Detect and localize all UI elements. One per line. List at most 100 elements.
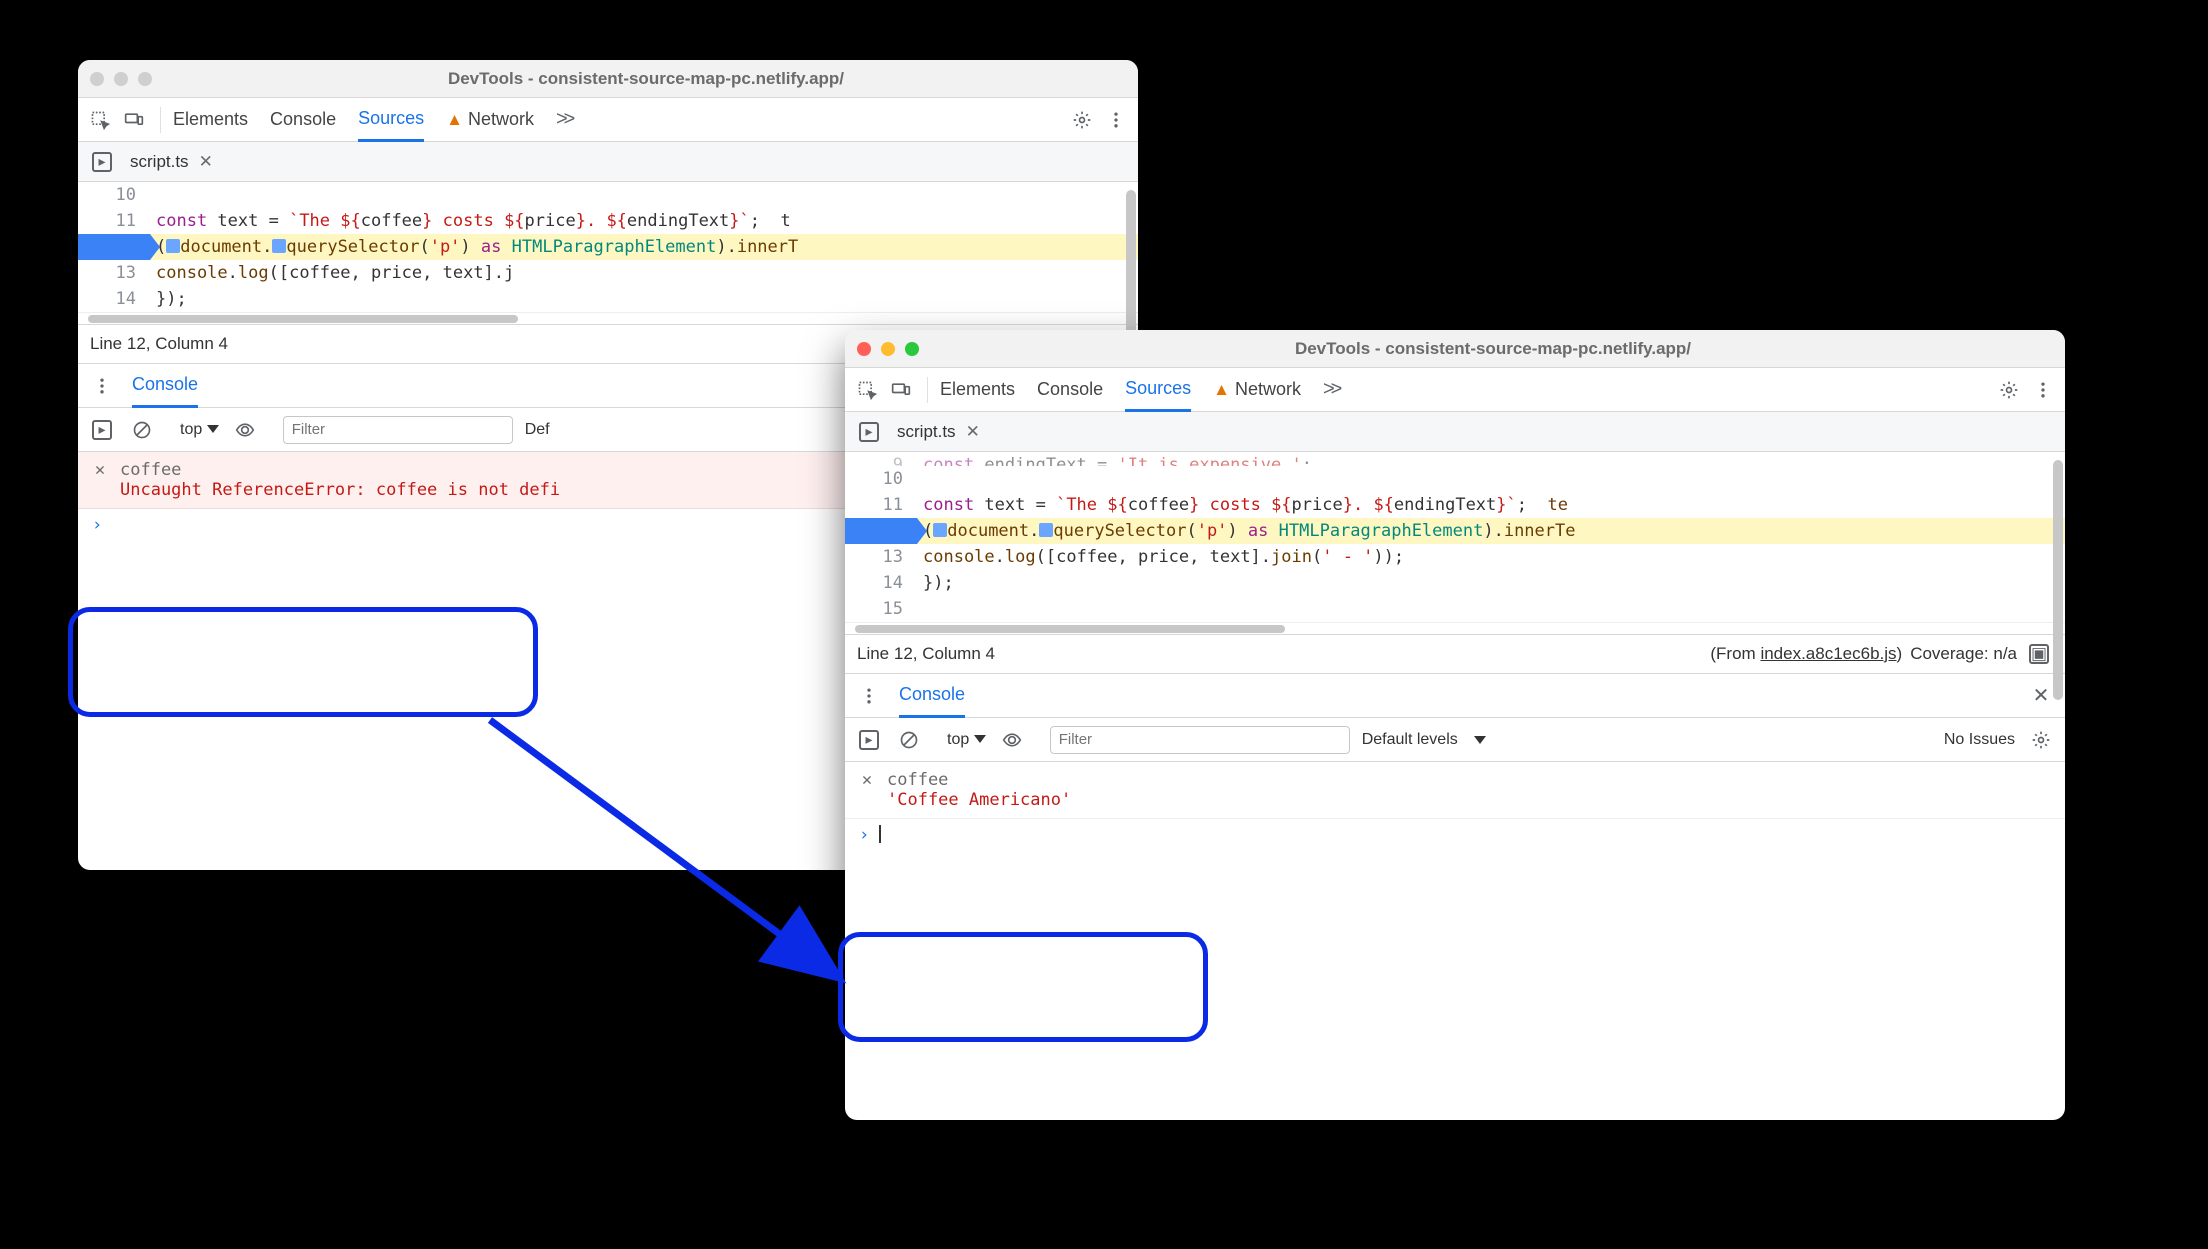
close-dot[interactable] xyxy=(857,342,871,356)
tab-elements[interactable]: Elements xyxy=(173,98,248,141)
code-line[interactable]: 10 xyxy=(78,182,1138,208)
clear-icon[interactable] xyxy=(128,416,156,444)
tabs-overflow[interactable]: >> xyxy=(1323,368,1338,411)
device-icon[interactable] xyxy=(120,106,148,134)
code-line[interactable]: 14}); xyxy=(845,570,2065,596)
no-issues-label[interactable]: No Issues xyxy=(1944,731,2015,749)
line-number[interactable]: 14 xyxy=(845,570,917,596)
code-line[interactable]: 9const endingText = 'It is expensive.'; xyxy=(845,452,2065,466)
line-number[interactable]: 10 xyxy=(78,182,150,208)
code-text: (document.querySelector('p') as HTMLPara… xyxy=(150,234,1138,260)
line-number[interactable]: 12 xyxy=(845,518,917,544)
line-number[interactable]: 12 xyxy=(78,234,150,260)
clear-icon[interactable] xyxy=(895,726,923,754)
kebab-icon[interactable] xyxy=(855,682,883,710)
kebab-icon[interactable] xyxy=(88,372,116,400)
sidebar-toggle-icon[interactable]: ▸ xyxy=(855,726,883,754)
minimize-dot[interactable] xyxy=(881,342,895,356)
sidebar-toggle-icon[interactable]: ▸ xyxy=(88,416,116,444)
warning-icon: ▲ xyxy=(1213,380,1230,400)
tab-network[interactable]: ▲ Network xyxy=(446,98,534,141)
code-line[interactable]: 13console.log([coffee, price, text].j xyxy=(78,260,1138,286)
filter-input[interactable] xyxy=(283,416,513,444)
tab-console[interactable]: Console xyxy=(270,98,336,141)
filter-input[interactable] xyxy=(1050,726,1350,754)
log-levels[interactable]: Default levels xyxy=(1362,731,1487,749)
tab-console[interactable]: Console xyxy=(1037,368,1103,411)
vertical-scrollbar[interactable] xyxy=(2053,460,2063,1110)
gear-icon[interactable] xyxy=(2027,726,2055,754)
main-toolbar: Elements Console Sources ▲ Network >> xyxy=(845,368,2065,412)
file-tab-script[interactable]: script.ts ✕ xyxy=(897,422,980,442)
horizontal-scrollbar[interactable] xyxy=(845,622,2065,634)
close-icon[interactable]: ✕ xyxy=(859,770,875,790)
log-levels[interactable]: Def xyxy=(525,421,550,439)
context-selector[interactable]: top xyxy=(180,421,219,439)
code-editor[interactable]: 1011const text = `The ${coffee} costs ${… xyxy=(78,182,1138,312)
zoom-dot[interactable] xyxy=(138,72,152,86)
tab-network[interactable]: ▲ Network xyxy=(1213,368,1301,411)
code-text xyxy=(917,466,2065,492)
code-text: }); xyxy=(150,286,1138,312)
tab-sources[interactable]: Sources xyxy=(358,99,424,142)
kebab-icon[interactable] xyxy=(2029,376,2057,404)
console-result: 'Coffee Americano' xyxy=(887,790,2051,810)
line-number[interactable]: 11 xyxy=(845,492,917,518)
chevron-down-icon xyxy=(1474,736,1486,744)
drawer-tabs: Console ✕ xyxy=(845,674,2065,718)
device-icon[interactable] xyxy=(887,376,915,404)
drawer-tab-console[interactable]: Console xyxy=(899,675,965,718)
cursor-position: Line 12, Column 4 xyxy=(857,644,995,664)
tab-sources[interactable]: Sources xyxy=(1125,369,1191,412)
code-line[interactable]: 11const text = `The ${coffee} costs ${pr… xyxy=(845,492,2065,518)
file-tab-script[interactable]: script.ts ✕ xyxy=(130,152,213,172)
code-text: console.log([coffee, price, text].join('… xyxy=(917,544,2065,570)
zoom-dot[interactable] xyxy=(905,342,919,356)
console-log-row: ✕ coffee 'Coffee Americano' xyxy=(845,762,2065,819)
live-expression-icon[interactable] xyxy=(998,726,1026,754)
inspect-icon[interactable] xyxy=(86,106,114,134)
chevron-down-icon xyxy=(207,425,219,433)
source-map-link[interactable]: index.a8c1ec6b.js xyxy=(1760,644,1896,663)
close-icon[interactable]: ✕ xyxy=(199,152,213,172)
inspect-icon[interactable] xyxy=(853,376,881,404)
close-icon[interactable]: ✕ xyxy=(92,460,108,480)
code-line[interactable]: 12(document.querySelector('p') as HTMLPa… xyxy=(78,234,1138,260)
line-number[interactable]: 14 xyxy=(78,286,150,312)
code-line[interactable]: 11const text = `The ${coffee} costs ${pr… xyxy=(78,208,1138,234)
navigator-toggle-icon[interactable]: ▸ xyxy=(855,418,883,446)
kebab-icon[interactable] xyxy=(1102,106,1130,134)
line-number[interactable]: 10 xyxy=(845,466,917,492)
minimize-dot[interactable] xyxy=(114,72,128,86)
code-line[interactable]: 12(document.querySelector('p') as HTMLPa… xyxy=(845,518,2065,544)
line-number[interactable]: 15 xyxy=(845,596,917,622)
titlebar: DevTools - consistent-source-map-pc.netl… xyxy=(845,330,2065,368)
close-icon[interactable]: ✕ xyxy=(966,422,980,442)
file-tabs-bar: ▸ script.ts ✕ xyxy=(78,142,1138,182)
from-label: (From index.a8c1ec6b.js) xyxy=(1710,644,1902,664)
code-line[interactable]: 10 xyxy=(845,466,2065,492)
close-icon[interactable]: ✕ xyxy=(2027,682,2055,710)
gear-icon[interactable] xyxy=(1068,106,1096,134)
drawer-tab-console[interactable]: Console xyxy=(132,365,198,408)
navigator-toggle-icon[interactable]: ▸ xyxy=(88,148,116,176)
code-editor[interactable]: 9const endingText = 'It is expensive.';1… xyxy=(845,452,2065,622)
context-selector[interactable]: top xyxy=(947,731,986,749)
cursor-position: Line 12, Column 4 xyxy=(90,334,228,354)
line-number[interactable]: 13 xyxy=(78,260,150,286)
close-dot[interactable] xyxy=(90,72,104,86)
line-number[interactable]: 13 xyxy=(845,544,917,570)
line-number[interactable]: 11 xyxy=(78,208,150,234)
console-prompt[interactable]: › xyxy=(845,819,2065,851)
code-line[interactable]: 13console.log([coffee, price, text].join… xyxy=(845,544,2065,570)
file-tab-label: script.ts xyxy=(130,152,189,172)
code-line[interactable]: 14}); xyxy=(78,286,1138,312)
tab-elements[interactable]: Elements xyxy=(940,368,1015,411)
coverage-icon[interactable]: ▣ xyxy=(2025,640,2053,668)
live-expression-icon[interactable] xyxy=(231,416,259,444)
code-line[interactable]: 15 xyxy=(845,596,2065,622)
line-number[interactable]: 9 xyxy=(845,452,917,466)
gear-icon[interactable] xyxy=(1995,376,2023,404)
horizontal-scrollbar[interactable] xyxy=(78,312,1138,324)
tabs-overflow[interactable]: >> xyxy=(556,98,571,141)
